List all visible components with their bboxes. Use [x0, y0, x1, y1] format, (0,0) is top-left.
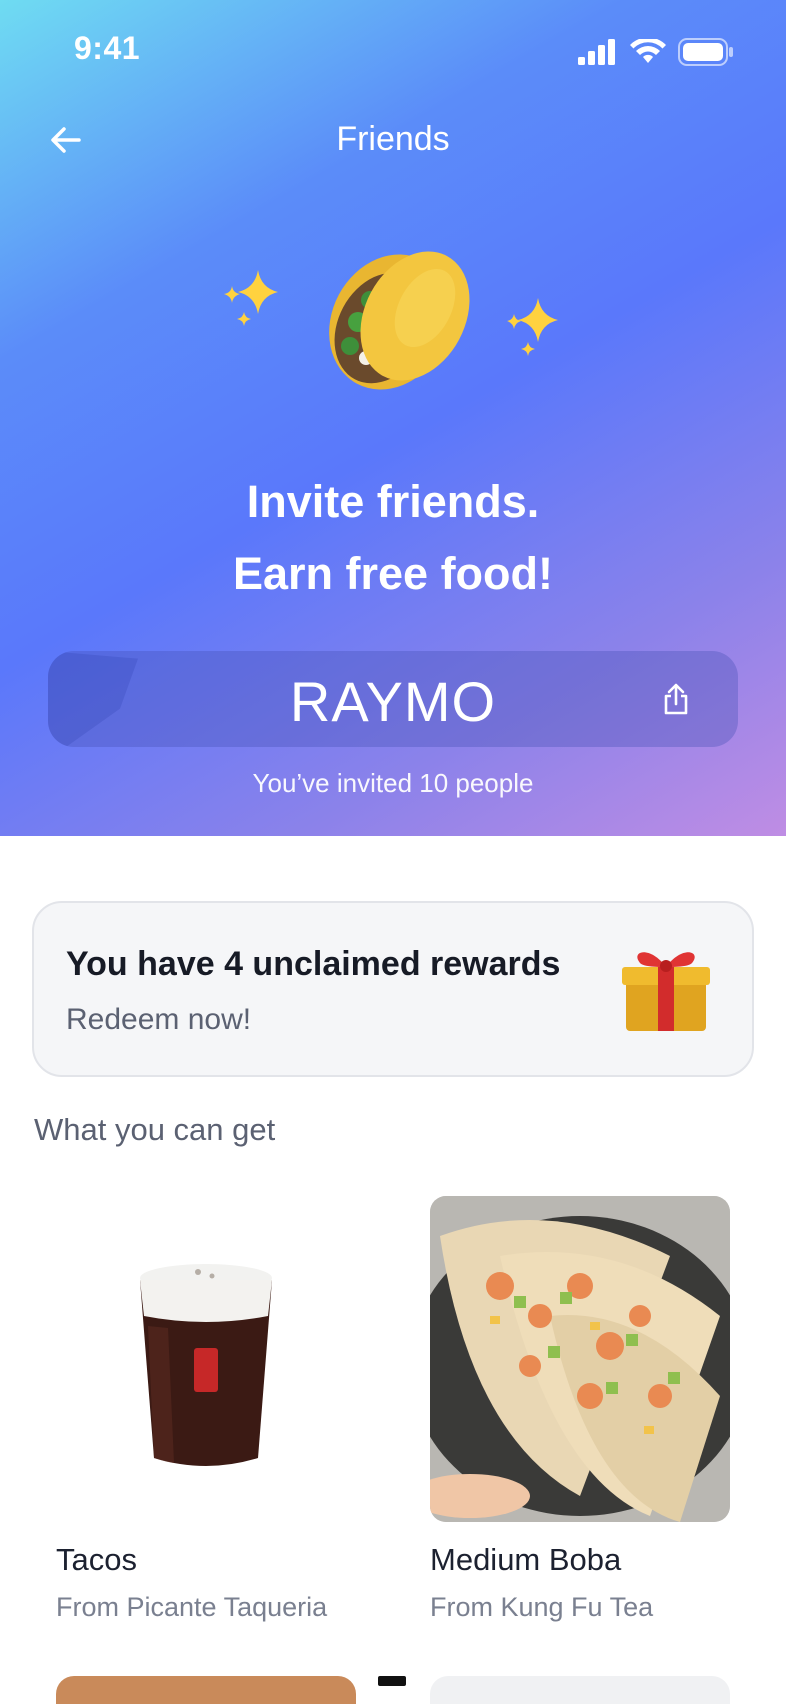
headline-line-2: Earn free food!	[232, 548, 554, 599]
sparkles-icon	[224, 270, 278, 326]
reward-item-image[interactable]	[430, 1676, 730, 1704]
taco-icon	[329, 251, 470, 390]
reward-item-source: From Picante Taqueria	[56, 1592, 328, 1622]
rewards-title: You have 4 unclaimed rewards	[66, 945, 561, 983]
status-time: 9:41	[74, 30, 141, 66]
tacos-plate-image	[430, 1196, 730, 1522]
reward-item-image	[378, 1676, 406, 1686]
page-title: Friends	[336, 120, 450, 158]
boba-cup-image	[140, 1264, 272, 1466]
reward-item-image[interactable]	[56, 1196, 356, 1522]
invite-headline: Invite friends. Earn free food!	[0, 466, 786, 610]
hero-header: 9:41 Friends Invite friends. Earn free f…	[0, 0, 786, 836]
share-icon	[664, 683, 688, 715]
section-title: What you can get	[34, 1112, 276, 1147]
status-icons	[578, 38, 734, 66]
headline-line-1: Invite friends.	[246, 476, 540, 527]
invited-count: You’ve invited 10 people	[252, 768, 534, 798]
reward-item-image[interactable]	[56, 1676, 356, 1704]
referral-code: RAYMO	[289, 670, 497, 733]
referral-code-box[interactable]: RAYMO	[48, 651, 738, 747]
hero-illustration	[224, 251, 558, 390]
gift-icon	[622, 952, 710, 1031]
reward-item-source: From Kung Fu Tea	[430, 1592, 654, 1622]
share-button[interactable]	[658, 681, 694, 717]
redeem-link[interactable]: Redeem now!	[66, 1003, 251, 1037]
reward-item-name: Medium Boba	[430, 1542, 622, 1577]
signal-icon	[578, 39, 615, 65]
reward-item-image[interactable]	[430, 1196, 730, 1522]
sparkles-icon	[507, 298, 558, 356]
battery-icon	[678, 38, 733, 66]
reward-item-name: Tacos	[56, 1542, 137, 1577]
unclaimed-rewards-card[interactable]: You have 4 unclaimed rewards Redeem now!	[32, 901, 754, 1077]
wifi-icon	[630, 39, 666, 63]
